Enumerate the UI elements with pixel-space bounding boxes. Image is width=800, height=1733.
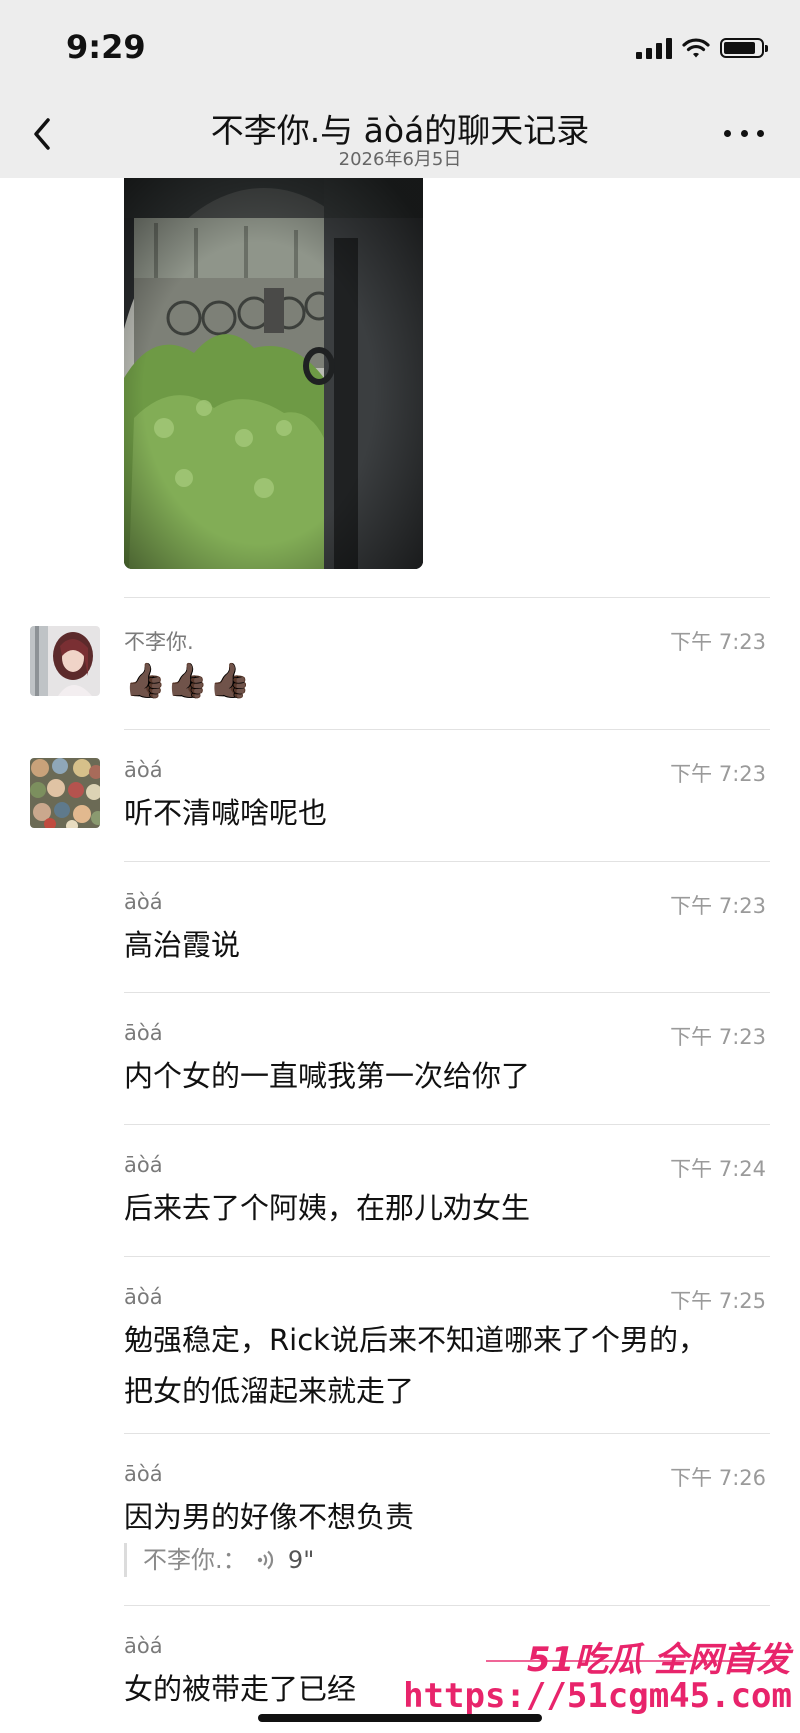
voice-duration: 9" xyxy=(287,1546,315,1574)
divider xyxy=(124,861,770,862)
avatar[interactable] xyxy=(30,758,100,828)
cellular-signal-icon xyxy=(636,37,672,59)
watermark-url: https://51cgm45.com xyxy=(403,1676,792,1716)
message-sender: āòá xyxy=(124,1021,163,1045)
message-text: 👍🏿👍🏿👍🏿 xyxy=(124,661,252,701)
top-bar: 9:29 不李你.与 āòá的聊天记录 2026年6月5日 xyxy=(0,0,800,178)
message-time: 下午 7:23 xyxy=(670,894,766,918)
message-text: 女的被带走了已经 xyxy=(124,1672,357,1706)
message-sender: āòá xyxy=(124,1634,163,1658)
divider xyxy=(124,1605,770,1606)
message-sender: 不李你. xyxy=(124,630,194,654)
photo-image xyxy=(124,178,423,569)
message-text: 因为男的好像不想负责 xyxy=(124,1500,415,1534)
divider xyxy=(124,1124,770,1125)
more-dot-icon xyxy=(724,130,731,137)
divider xyxy=(124,729,770,730)
message-text: 高治霞说 xyxy=(124,928,241,962)
more-options-button[interactable] xyxy=(724,130,764,140)
message-sender: āòá xyxy=(124,1462,163,1486)
message-time: 下午 7:23 xyxy=(670,630,766,654)
quoted-voice-message[interactable]: 不李你.： 9" xyxy=(124,1543,314,1577)
message-time: 下午 7:23 xyxy=(670,762,766,786)
voice-wave-icon xyxy=(258,1550,274,1570)
message-text-line-2: 把女的低溜起来就走了 xyxy=(124,1374,415,1408)
wifi-icon xyxy=(682,38,710,58)
message-text-line-1: 勉强稳定，Rick说后来不知道哪来了个男的， xyxy=(124,1323,707,1357)
avatar-image xyxy=(30,758,100,828)
status-icons xyxy=(636,34,768,62)
message-time: 下午 7:26 xyxy=(670,1466,766,1490)
more-dot-icon xyxy=(757,130,764,137)
divider xyxy=(124,1433,770,1434)
message-time: 下午 7:24 xyxy=(670,1157,766,1181)
message-text: 内个女的一直喊我第一次给你了 xyxy=(124,1059,531,1093)
message-sender: āòá xyxy=(124,1153,163,1177)
divider xyxy=(124,597,770,598)
message-text: 后来去了个阿姨，在那儿劝女生 xyxy=(124,1191,531,1225)
message-text: 听不清喊啥呢也 xyxy=(124,796,328,830)
status-time: 9:29 xyxy=(66,28,146,66)
more-dot-icon xyxy=(740,130,748,137)
divider xyxy=(124,1256,770,1257)
message-sender: āòá xyxy=(124,758,163,782)
watermark-line xyxy=(486,1660,786,1662)
watermark-brand: 51吃瓜 全网首发 xyxy=(526,1640,790,1680)
quote-sender: 不李你.： xyxy=(143,1546,247,1574)
message-sender: āòá xyxy=(124,1285,163,1309)
message-time: 下午 7:23 xyxy=(670,1025,766,1049)
battery-icon xyxy=(720,38,768,58)
avatar-image xyxy=(30,626,100,696)
home-indicator[interactable] xyxy=(258,1714,542,1722)
page-subtitle: 2026年6月5日 xyxy=(338,149,462,170)
message-sender: āòá xyxy=(124,890,163,914)
divider xyxy=(124,992,770,993)
message-time: 下午 7:25 xyxy=(670,1289,766,1313)
avatar[interactable] xyxy=(30,626,100,696)
chat-photo[interactable] xyxy=(124,178,423,569)
